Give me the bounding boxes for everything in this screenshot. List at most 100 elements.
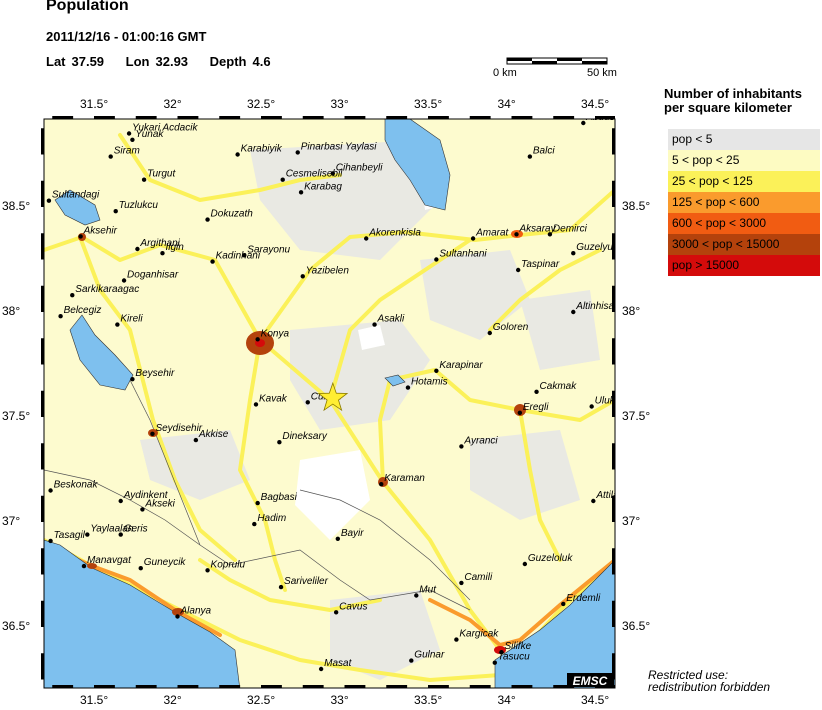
city-label: Pinarbasi Yaylasi [301,141,378,152]
city-dot [305,400,310,405]
city-dot [470,236,476,241]
lon-tick-label-bottom: 32.5° [247,693,276,707]
frame-tick [135,116,157,119]
city-label: Ayranci [463,435,498,446]
city-label: Kavak [259,393,288,404]
city-dot [118,498,123,504]
city-label: Akkise [198,429,229,440]
frame-tick [302,116,324,119]
frame-tick [595,116,615,119]
frame-tick [41,285,44,312]
city-label: Hotamis [411,377,448,388]
city-dot [434,257,439,262]
city-dot [517,410,523,415]
city-dot [581,120,586,126]
frame-tick [612,443,615,470]
city-label: Karabag [304,181,342,192]
city-dot [255,500,260,506]
city-dot [48,488,53,493]
city-label: Beskonak [54,480,99,491]
city-dot [140,507,145,512]
lon-tick-label-top: 32° [163,97,182,111]
frame-tick [428,685,449,688]
city-dot [193,437,199,443]
lat-tick-label-left: 36.5° [2,619,31,633]
city-label: Sariveliler [284,576,329,587]
city-label: Aksehir [83,225,118,236]
city-dot [515,267,521,273]
city-dot [280,177,285,182]
city-label: Sultanhani [439,249,487,260]
city-dot [278,584,284,590]
lon-tick-label-bottom: 32° [163,693,182,707]
lat-tick-label-left: 37.5° [2,409,31,423]
frame-tick [41,338,44,365]
city-label: Amarat [475,228,509,239]
city-dot [561,601,566,607]
frame-tick [612,285,615,312]
lon-tick-label-bottom: 31.5° [80,693,109,707]
city-label: Taspinar [521,259,560,270]
city-dot [78,234,83,239]
city-dot [121,278,127,283]
city-dot [255,337,260,342]
frame-tick [302,685,324,688]
city-dot [113,209,118,214]
lat-tick-label-left: 37° [2,514,21,528]
lat-tick-label-right: 36.5° [622,619,651,633]
city-label: Guzeloluk [528,553,573,564]
city-label: Sarkikaraagac [75,284,139,295]
city-label: Masat [324,658,352,669]
city-dot [118,532,123,537]
city-label: Seydisehir [155,423,202,434]
city-dot [492,660,497,665]
emsc-watermark: EMSC [573,674,608,688]
frame-tick [41,128,44,155]
city-dot [527,154,533,159]
city-dot [252,521,257,527]
city-dot [459,580,464,586]
frame-tick [469,116,491,119]
city-dot [522,561,528,567]
city-dot [141,177,147,182]
lat-tick-label-right: 37° [622,514,641,528]
frame-tick [612,600,615,627]
frame-tick [219,685,241,688]
city-label: Ilgin [165,242,184,253]
frame-tick [41,390,44,417]
city-label: Tasagil [54,530,86,541]
frame-tick [612,233,615,260]
frame-tick [612,128,615,155]
city-label: Demirci [553,223,588,234]
frame-tick [511,116,533,119]
city-dot [46,198,52,203]
city-label: Tasucu [498,652,530,663]
city-dot [85,532,90,537]
city-label: Gulnar [414,650,445,661]
city-label: Siram [114,146,140,157]
city-dot [138,566,143,571]
lon-tick-label-top: 34° [497,97,516,111]
city-label: Doganhisar [127,270,179,281]
frame-tick [553,116,575,119]
lat-tick-label-left: 38.5° [2,199,31,213]
city-dot [409,658,414,663]
city-dot [160,251,165,256]
population-map: Yukari AcdacikYunakSiramTurgutKarabiyik P… [41,116,616,689]
city-dot [205,217,210,222]
city-dot [459,444,464,449]
city-label: Kadinhani [216,251,261,262]
city-label: Geris [124,524,148,535]
city-dot [434,368,439,373]
city-label: Balci [533,146,555,157]
city-label: Yunak [135,129,164,140]
city-dot [364,236,369,241]
city-dot [547,232,553,237]
city-dot [298,190,304,195]
city-dot [487,330,492,336]
city-dot [81,563,87,569]
city-label: Alanya [180,606,212,617]
city-label: Kireli [120,314,143,325]
frame-tick [41,653,44,680]
lat-tick-label-right: 38° [622,304,641,318]
